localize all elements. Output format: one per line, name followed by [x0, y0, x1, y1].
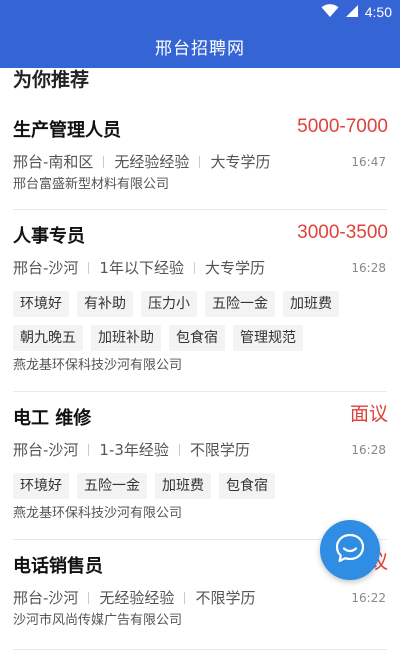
status-icons: 4:50: [321, 3, 392, 21]
job-title: 电话销售员: [13, 556, 103, 577]
company-name: 燕龙基环保科技沙河有限公司: [13, 506, 183, 521]
app-bar: 邢台招聘网: [0, 24, 400, 68]
tag: 朝九晚五: [13, 325, 83, 351]
tag: 加班费: [283, 291, 339, 317]
divider: [88, 592, 90, 604]
tag: 加班补助: [91, 325, 161, 351]
tag: 有补助: [77, 291, 133, 317]
wifi-icon: [321, 3, 339, 22]
job-meta: 邢台-南和区 无经验经验 大专学历: [13, 151, 270, 173]
job-location: 邢台-南和区: [13, 153, 94, 171]
app-title: 邢台招聘网: [155, 38, 245, 59]
job-experience: 无经验经验: [99, 589, 175, 607]
job-time: 16:47: [351, 155, 386, 169]
tag: 环境好: [13, 291, 69, 317]
company-name: 燕龙基环保科技沙河有限公司: [13, 358, 183, 373]
job-meta: 邢台-沙河 无经验经验 不限学历: [13, 587, 255, 609]
divider: [103, 156, 105, 168]
job-tags: 环境好 有补助 压力小 五险一金 加班费 朝九晚五 加班补助 包食宿 管理规范: [13, 291, 387, 351]
tag: 包食宿: [219, 473, 275, 499]
job-meta: 邢台-沙河 1-3年经验 不限学历: [13, 439, 250, 461]
signal-icon: [345, 3, 359, 22]
tag: 环境好: [13, 473, 69, 499]
job-education: 大专学历: [204, 259, 265, 277]
job-time: 16:28: [351, 261, 386, 275]
job-meta: 邢台-沙河 1年以下经验 大专学历: [13, 257, 265, 279]
job-location: 邢台-沙河: [13, 441, 79, 459]
chat-button[interactable]: [320, 520, 380, 580]
company-name: 邢台富盛新型材料有限公司: [13, 177, 170, 192]
job-education: 大专学历: [210, 153, 271, 171]
chat-bubble-icon: [333, 531, 367, 569]
job-title: 生产管理人员: [13, 120, 121, 141]
company-name: 沙河市风尚传媒广告有限公司: [13, 613, 183, 628]
job-education: 不限学历: [195, 589, 256, 607]
job-tags: 环境好 五险一金 加班费 包食宿: [13, 473, 387, 499]
job-time: 16:28: [351, 443, 386, 457]
card-divider: [13, 649, 387, 650]
divider: [88, 262, 90, 274]
job-title: 人事专员: [13, 226, 85, 247]
status-time: 4:50: [364, 4, 392, 20]
status-bar: 4:50: [0, 0, 400, 24]
tag: 管理规范: [233, 325, 303, 351]
divider: [199, 156, 201, 168]
tag: 包食宿: [169, 325, 225, 351]
job-card-production-manager[interactable]: 生产管理人员 5000-7000 邢台-南和区 无经验经验 大专学历 16:47…: [0, 112, 400, 210]
job-card-electrician[interactable]: 电工 维修 面议 邢台-沙河 1-3年经验 不限学历 16:28 环境好 五险一…: [0, 392, 400, 540]
tag: 五险一金: [77, 473, 147, 499]
job-experience: 无经验经验: [114, 153, 190, 171]
tag: 加班费: [155, 473, 211, 499]
job-salary: 3000-3500: [297, 222, 388, 243]
job-location: 邢台-沙河: [13, 259, 79, 277]
divider: [193, 262, 195, 274]
job-location: 邢台-沙河: [13, 589, 79, 607]
job-salary: 5000-7000: [297, 116, 388, 137]
job-time: 16:22: [351, 591, 386, 605]
job-salary: 面议: [349, 404, 388, 425]
job-card-hr-specialist[interactable]: 人事专员 3000-3500 邢台-沙河 1年以下经验 大专学历 16:28 环…: [0, 210, 400, 392]
tag: 五险一金: [205, 291, 275, 317]
divider: [178, 444, 180, 456]
divider: [184, 592, 186, 604]
tag: 压力小: [141, 291, 197, 317]
job-experience: 1-3年经验: [99, 441, 169, 459]
job-experience: 1年以下经验: [99, 259, 184, 277]
job-education: 不限学历: [189, 441, 250, 459]
divider: [88, 444, 90, 456]
section-title: 为你推荐: [13, 69, 90, 91]
job-title: 电工 维修: [13, 408, 92, 429]
